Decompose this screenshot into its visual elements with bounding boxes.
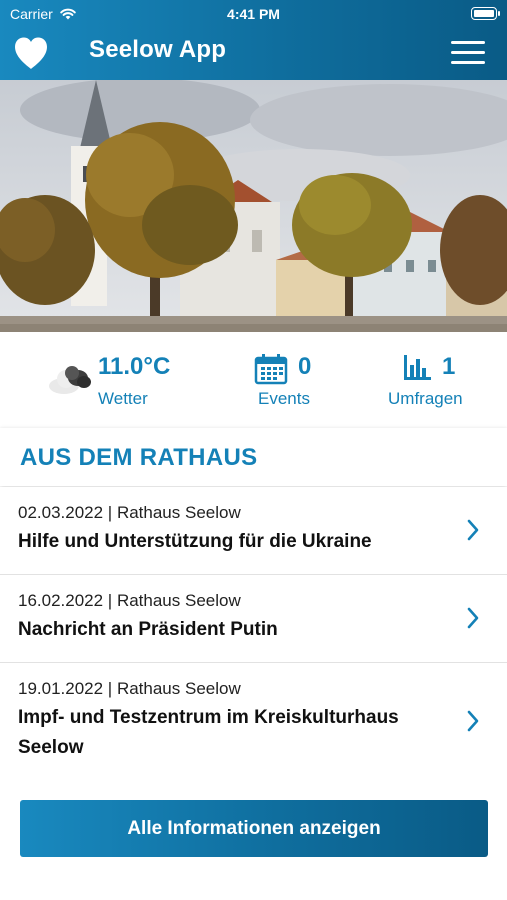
calendar-icon[interactable] — [254, 353, 288, 385]
app-header: Carrier 4:41 PM Seelow App — [0, 0, 507, 80]
news-meta: 02.03.2022 | Rathaus Seelow — [18, 503, 241, 522]
polls-label[interactable]: Umfragen — [388, 389, 463, 409]
status-time: 4:41 PM — [227, 6, 280, 22]
news-item[interactable]: 02.03.2022 | Rathaus Seelow Hilfe und Un… — [0, 487, 507, 575]
events-count: 0 — [298, 353, 312, 380]
news-meta: 16.02.2022 | Rathaus Seelow — [18, 591, 241, 610]
chevron-right-icon — [467, 607, 479, 629]
status-bar: Carrier 4:41 PM — [0, 0, 507, 28]
chevron-right-icon — [467, 519, 479, 541]
news-title: Impf- und Testzentrum im Kreiskulturhaus… — [18, 707, 399, 758]
section-title: AUS DEM RATHAUS — [20, 444, 258, 471]
heart-icon[interactable] — [13, 36, 49, 70]
menu-icon[interactable] — [451, 41, 485, 65]
show-all-button[interactable]: Alle Informationen anzeigen — [20, 800, 488, 857]
news-item[interactable]: 19.01.2022 | Rathaus Seelow Impf- und Te… — [0, 663, 507, 775]
polls-count: 1 — [442, 353, 456, 380]
news-meta: 19.01.2022 | Rathaus Seelow — [18, 679, 241, 698]
stats-bar: 11.0°C Wetter 0 Events 1 Umfragen — [0, 332, 507, 428]
news-title: Nachricht an Präsident Putin — [18, 619, 278, 640]
section-header: AUS DEM RATHAUS — [0, 428, 507, 486]
chevron-right-icon — [467, 710, 479, 732]
weather-label[interactable]: Wetter — [98, 389, 148, 409]
news-item[interactable]: 16.02.2022 | Rathaus Seelow Nachricht an… — [0, 575, 507, 663]
cloud-icon — [49, 366, 91, 394]
events-label[interactable]: Events — [258, 389, 310, 409]
bar-chart-icon[interactable] — [402, 355, 432, 381]
weather-temperature: 11.0°C — [98, 353, 171, 380]
battery-icon — [471, 7, 500, 20]
news-title: Hilfe und Unterstützung für die Ukraine — [18, 531, 372, 552]
app-title: Seelow App — [89, 36, 227, 63]
hero-image — [0, 80, 507, 332]
